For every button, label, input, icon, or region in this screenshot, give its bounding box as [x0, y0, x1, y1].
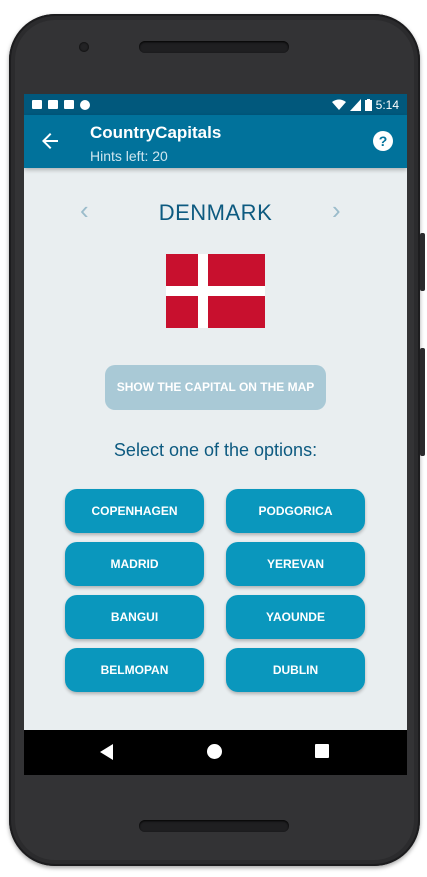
- top-speaker: [139, 41, 289, 53]
- volume-button: [420, 233, 425, 291]
- show-capital-on-map-button[interactable]: SHOW THE CAPITAL ON THE MAP: [105, 365, 326, 410]
- option-button[interactable]: COPENHAGEN: [65, 489, 204, 533]
- option-button[interactable]: YAOUNDE: [226, 595, 365, 639]
- option-button[interactable]: PODGORICA: [226, 489, 365, 533]
- a-icon: [32, 100, 42, 109]
- play-icon: [48, 100, 58, 109]
- option-button[interactable]: MADRID: [65, 542, 204, 586]
- battery-icon: [364, 98, 372, 111]
- sd-card-icon: [64, 100, 74, 109]
- flag-cross-horizontal: [166, 286, 265, 296]
- status-bar: 5:14: [24, 94, 407, 115]
- signal-icon: [349, 98, 361, 111]
- option-button[interactable]: BANGUI: [65, 595, 204, 639]
- country-name: DENMARK: [158, 200, 273, 225]
- front-camera: [79, 42, 89, 52]
- app-bar: CountryCapitals Hints left: 20 ?: [24, 115, 407, 168]
- select-option-prompt: Select one of the options:: [113, 440, 318, 460]
- wifi-icon: [331, 99, 346, 110]
- hints-left: Hints left: 20: [90, 148, 168, 164]
- power-button: [420, 348, 425, 456]
- denmark-flag: [166, 254, 265, 328]
- arrow-left-icon[interactable]: [38, 129, 62, 153]
- bottom-speaker: [139, 820, 289, 832]
- recents-icon[interactable]: [315, 744, 329, 758]
- app-title: CountryCapitals: [90, 123, 222, 142]
- clock: 5:14: [375, 97, 399, 112]
- system-nav-bar: [24, 730, 407, 775]
- circle-icon: [80, 99, 90, 110]
- option-button[interactable]: BELMOPAN: [65, 648, 204, 692]
- app-screen: 5:14 CountryCapitals Hints left: 20 ? ‹ …: [24, 94, 407, 775]
- option-button[interactable]: DUBLIN: [226, 648, 365, 692]
- home-icon[interactable]: [207, 744, 222, 759]
- help-icon[interactable]: ?: [373, 131, 393, 151]
- option-button[interactable]: YEREVAN: [226, 542, 365, 586]
- next-country-arrow[interactable]: ›: [332, 197, 341, 223]
- back-icon[interactable]: [100, 744, 113, 760]
